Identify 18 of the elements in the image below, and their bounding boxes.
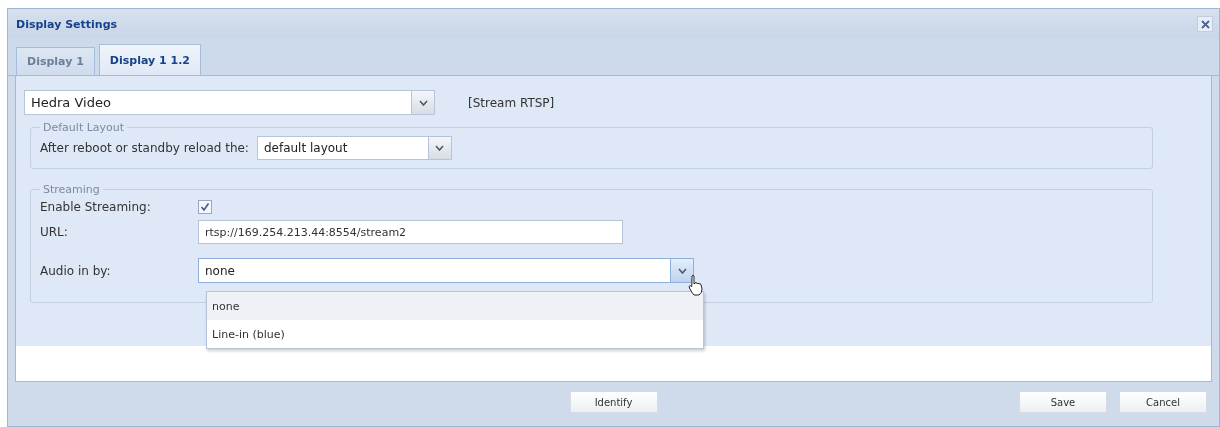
layout-select[interactable]: default layout: [256, 136, 429, 160]
window-title: Display Settings: [16, 17, 118, 31]
group-legend: Default Layout: [40, 121, 128, 134]
url-field[interactable]: rtsp://169.254.213.44:8554/stream2: [198, 220, 623, 244]
audio-select[interactable]: none: [198, 258, 671, 283]
field-label: URL:: [40, 225, 69, 239]
tab[interactable]: Display 1 1.2: [98, 44, 201, 75]
source-select[interactable]: Hedra Video: [24, 90, 412, 115]
dialog-button[interactable]: Cancel: [1119, 391, 1207, 413]
dialog-button[interactable]: Save: [1019, 391, 1107, 413]
field-label: After reboot or standby reload the:: [40, 141, 249, 155]
group-legend: Streaming: [40, 183, 103, 196]
identify-button[interactable]: Identify: [569, 391, 658, 413]
dropdown-option[interactable]: none: [207, 292, 703, 320]
field-label: Audio in by:: [40, 263, 112, 278]
dropdown-option[interactable]: Line-in (blue): [207, 320, 703, 348]
stream-type-label: [Stream RTSP]: [468, 95, 555, 110]
field-label: Enable Streaming:: [40, 200, 152, 214]
